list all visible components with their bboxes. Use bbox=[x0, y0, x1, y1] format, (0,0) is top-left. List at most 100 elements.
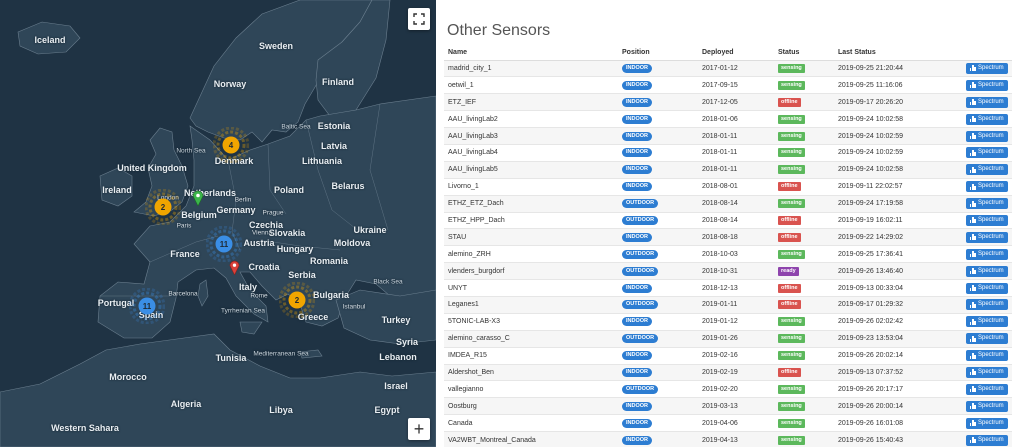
status-badge: sensing bbox=[778, 199, 805, 209]
sensor-name: Aldershot_Ben bbox=[444, 363, 618, 381]
actions-cell: Spectrum bbox=[962, 295, 1012, 314]
zoom-in-button[interactable]: + bbox=[408, 418, 430, 440]
spectrum-button[interactable]: Spectrum bbox=[966, 383, 1008, 395]
sensor-name: ETHZ_ETZ_Dach bbox=[444, 194, 618, 213]
panel-title: Other Sensors bbox=[447, 22, 551, 39]
status-cell: sensing bbox=[774, 59, 834, 77]
deployed-date: 2017-01-12 bbox=[698, 59, 774, 77]
last-status-time: 2019-09-17 01:29:32 bbox=[834, 295, 962, 314]
bar-chart-icon bbox=[970, 285, 976, 292]
spectrum-button[interactable]: Spectrum bbox=[966, 164, 1008, 176]
cluster-count: 11 bbox=[143, 302, 152, 311]
last-status-time: 2019-09-23 13:53:04 bbox=[834, 329, 962, 348]
spectrum-button[interactable]: Spectrum bbox=[966, 79, 1008, 91]
spectrum-button[interactable]: Spectrum bbox=[966, 316, 1008, 328]
bar-chart-icon bbox=[970, 99, 976, 106]
position-badge: INDOOR bbox=[622, 80, 652, 90]
position-cell: OUTDOOR bbox=[618, 262, 698, 280]
sensors-table: Name Position Deployed Status Last Statu… bbox=[444, 45, 1012, 447]
spectrum-button[interactable]: Spectrum bbox=[966, 434, 1008, 446]
sensor-cluster-denmark[interactable]: 4 bbox=[213, 127, 249, 163]
deployed-date: 2019-03-13 bbox=[698, 397, 774, 415]
spectrum-button[interactable]: Spectrum bbox=[966, 147, 1008, 159]
table-row: IMDEA_R15 INDOOR 2019-02-16 sensing 2019-09-… bbox=[444, 346, 1012, 365]
position-cell: INDOOR bbox=[618, 76, 698, 94]
column-header-status[interactable]: Status bbox=[774, 45, 834, 61]
cluster-count: 4 bbox=[229, 141, 234, 150]
position-badge: OUTDOOR bbox=[622, 215, 659, 225]
deployed-date: 2019-02-20 bbox=[698, 380, 774, 398]
deployed-date: 2019-02-16 bbox=[698, 346, 774, 365]
sensor-cluster-london[interactable]: 2 bbox=[145, 189, 181, 225]
actions-cell: Spectrum bbox=[962, 160, 1012, 179]
deployed-date: 2018-08-14 bbox=[698, 211, 774, 229]
spectrum-button[interactable]: Spectrum bbox=[966, 248, 1008, 260]
bar-chart-icon bbox=[970, 133, 976, 139]
spectrum-label: Spectrum bbox=[978, 436, 1004, 443]
spectrum-button[interactable]: Spectrum bbox=[966, 130, 1008, 142]
position-cell: INDOOR bbox=[618, 312, 698, 331]
spectrum-label: Spectrum bbox=[978, 64, 1004, 71]
sensor-map[interactable]: Iceland Sweden Norway Finland Estonia Latvia L… bbox=[0, 0, 436, 447]
actions-cell: Spectrum bbox=[962, 380, 1012, 398]
sensor-name: AAU_livingLab4 bbox=[444, 143, 618, 162]
spectrum-button[interactable]: Spectrum bbox=[966, 417, 1008, 429]
spectrum-button[interactable]: Spectrum bbox=[966, 282, 1008, 294]
spectrum-label: Spectrum bbox=[978, 149, 1004, 156]
spectrum-button[interactable]: Spectrum bbox=[966, 333, 1008, 345]
position-cell: OUTDOOR bbox=[618, 211, 698, 229]
status-badge: sensing bbox=[778, 384, 805, 394]
column-header-deployed[interactable]: Deployed bbox=[698, 45, 774, 61]
actions-cell: Spectrum bbox=[962, 329, 1012, 348]
bar-chart-icon bbox=[970, 200, 976, 207]
map-marker-green[interactable] bbox=[192, 190, 204, 206]
status-badge: sensing bbox=[778, 334, 805, 344]
table-row: VA2WBT_Montreal_Canada INDOOR 2019-04-13 se… bbox=[444, 431, 1012, 447]
status-cell: sensing bbox=[774, 329, 834, 348]
last-status-time: 2019-09-13 07:37:52 bbox=[834, 363, 962, 381]
last-status-time: 2019-09-26 02:02:42 bbox=[834, 312, 962, 331]
map-marker-red[interactable] bbox=[229, 260, 240, 275]
spectrum-button[interactable]: Spectrum bbox=[966, 181, 1008, 193]
position-badge: INDOOR bbox=[622, 114, 652, 124]
spectrum-button[interactable]: Spectrum bbox=[966, 265, 1008, 277]
deployed-date: 2019-01-11 bbox=[698, 295, 774, 314]
sensor-cluster-greece[interactable]: 2 bbox=[279, 282, 315, 318]
status-badge: sensing bbox=[778, 165, 805, 175]
column-header-last-status[interactable]: Last Status bbox=[834, 45, 962, 61]
spectrum-button[interactable]: Spectrum bbox=[966, 113, 1008, 125]
column-header-position[interactable]: Position bbox=[618, 45, 698, 61]
sensor-name: AAU_livingLab3 bbox=[444, 127, 618, 145]
last-status-time: 2019-09-24 10:02:59 bbox=[834, 127, 962, 145]
status-cell: ready bbox=[774, 262, 834, 280]
sensor-cluster-spain[interactable]: 11 bbox=[129, 288, 165, 324]
spectrum-button[interactable]: Spectrum bbox=[966, 299, 1008, 311]
spectrum-button[interactable]: Spectrum bbox=[966, 198, 1008, 210]
fullscreen-icon[interactable] bbox=[408, 8, 430, 30]
deployed-date: 2019-01-26 bbox=[698, 329, 774, 348]
actions-cell: Spectrum bbox=[962, 414, 1012, 432]
spectrum-button[interactable]: Spectrum bbox=[966, 400, 1008, 412]
deployed-date: 2018-08-14 bbox=[698, 194, 774, 213]
column-header-name[interactable]: Name bbox=[444, 45, 618, 61]
spectrum-button[interactable]: Spectrum bbox=[966, 62, 1008, 74]
position-badge: OUTDOOR bbox=[622, 300, 659, 310]
spectrum-button[interactable]: Spectrum bbox=[966, 96, 1008, 108]
last-status-time: 2019-09-13 00:33:04 bbox=[834, 279, 962, 297]
sensor-name: ETHZ_HPP_Dach bbox=[444, 211, 618, 229]
sensor-cluster-switzerland[interactable]: 11 bbox=[206, 226, 242, 262]
spectrum-button[interactable]: Spectrum bbox=[966, 350, 1008, 362]
spectrum-label: Spectrum bbox=[978, 166, 1004, 173]
spectrum-label: Spectrum bbox=[978, 301, 1004, 308]
actions-cell: Spectrum bbox=[962, 262, 1012, 280]
sensor-name: VA2WBT_Montreal_Canada bbox=[444, 431, 618, 447]
bar-chart-icon bbox=[970, 318, 976, 325]
bar-chart-icon bbox=[970, 301, 976, 308]
spectrum-button[interactable]: Spectrum bbox=[966, 366, 1008, 378]
cluster-count: 2 bbox=[161, 203, 166, 212]
table-row: ETZ_IEF INDOOR 2017-12-05 offline 2019-09-17… bbox=[444, 93, 1012, 111]
spectrum-button[interactable]: Spectrum bbox=[966, 214, 1008, 226]
spectrum-button[interactable]: Spectrum bbox=[966, 231, 1008, 243]
table-row: oetwil_1 INDOOR 2017-09-15 sensing 2019-09-2… bbox=[444, 76, 1012, 94]
spectrum-label: Spectrum bbox=[978, 132, 1004, 139]
